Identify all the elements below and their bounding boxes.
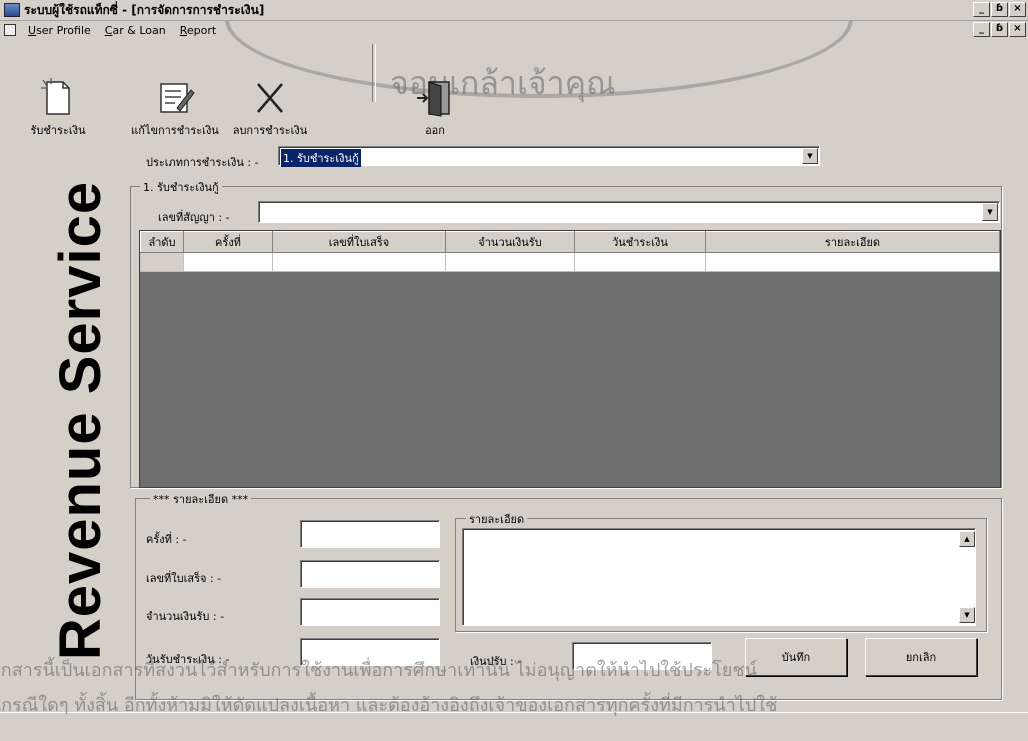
column-header-details[interactable]: รายละเอียด	[705, 231, 1000, 253]
app-icon	[4, 3, 20, 17]
window-title: ระบบผู้ใช้รถแท็กซี่ - [การจัดการการชำระเ…	[24, 2, 265, 17]
note-group-title: รายละเอียด	[466, 510, 528, 528]
table-cell[interactable]	[445, 252, 575, 272]
payment-type-label: ประเภทการชำระเงิน : -	[146, 156, 259, 169]
table-cell[interactable]	[574, 252, 706, 272]
banner-text: Revenue Service	[48, 180, 114, 660]
menu-bar: User Profile Car & Loan Report	[0, 21, 1028, 39]
delete-payment-label: ลบการชำระเงิน	[232, 124, 308, 137]
delete-payment-button[interactable]: ลบการชำระเงิน	[230, 78, 310, 139]
receipt-number-label: เลขที่ใบเสร็จ : -	[146, 572, 222, 585]
edit-payment-label: แก้ไขการชำระเงิน	[131, 124, 219, 137]
scroll-up-icon[interactable]: ▲	[959, 531, 975, 547]
installment-field[interactable]	[300, 520, 440, 548]
watermark-line-2: ในกรณีใดๆ ทั้งสิ้น อีกทั้งห้ามมิให้ดัดแป…	[0, 695, 778, 716]
receive-payment-button[interactable]: รับชำระเงิน	[28, 78, 88, 139]
table-cell[interactable]	[140, 252, 184, 272]
scroll-down-icon[interactable]: ▼	[959, 607, 975, 623]
save-button[interactable]: บันทึก	[745, 638, 847, 676]
menu-report[interactable]: Report	[178, 24, 218, 37]
exit-label: ออก	[425, 124, 445, 137]
title-bar: ระบบผู้ใช้รถแท็กซี่ - [การจัดการการชำระเ…	[0, 0, 1028, 21]
document-icon[interactable]	[4, 24, 16, 36]
minimize-button[interactable]: _	[973, 2, 990, 17]
receive-payment-label: รับชำระเงิน	[30, 124, 86, 137]
table-cell[interactable]	[272, 252, 446, 272]
payments-grid[interactable]: ลำดับ ครั้งที่ เลขที่ใบเสร็จ จำนวนเงินรั…	[139, 230, 1001, 488]
edit-document-icon	[160, 83, 195, 113]
note-textarea[interactable]: ▲ ▼	[462, 528, 976, 626]
child-minimize-button[interactable]: _	[973, 22, 990, 37]
contract-number-select[interactable]: ▼	[258, 201, 1000, 223]
table-cell[interactable]	[705, 252, 1000, 272]
receipt-number-field[interactable]	[300, 560, 440, 588]
menu-user-profile[interactable]: User Profile	[26, 24, 93, 37]
cancel-button[interactable]: ยกเลิก	[865, 638, 977, 676]
column-header-payment-date[interactable]: วันชำระเงิน	[574, 231, 706, 253]
close-button[interactable]: ×	[1009, 2, 1026, 17]
column-header-sequence[interactable]: ลำดับ	[140, 231, 184, 253]
installment-label: ครั้งที่ : -	[146, 533, 187, 546]
table-cell[interactable]	[183, 252, 273, 272]
child-maximize-button[interactable]: ɓ	[991, 22, 1008, 37]
edit-payment-button[interactable]: แก้ไขการชำระเงิน	[130, 78, 220, 139]
chevron-down-icon[interactable]: ▼	[802, 148, 818, 164]
chevron-down-icon[interactable]: ▼	[982, 203, 998, 221]
menu-car-loan[interactable]: Car & Loan	[103, 24, 168, 37]
payment-type-select[interactable]: 1. รับชำระเงินกู้ ▼	[278, 146, 820, 167]
contract-label: เลขที่สัญญา : -	[158, 211, 230, 224]
maximize-button[interactable]: ɓ	[991, 2, 1008, 17]
column-header-installment[interactable]: ครั้งที่	[183, 231, 273, 253]
exit-door-icon	[417, 81, 450, 117]
watermark-line-1: อกสารนี้เป็นเอกสารที่สงวนไว้สำหรับการใช้…	[0, 660, 757, 681]
scissors-icon	[257, 83, 283, 113]
revenue-service-banner: Revenue Service	[26, 140, 136, 700]
toolbar-separator	[372, 44, 376, 102]
payment-type-value: 1. รับชำระเงินกู้	[281, 149, 361, 167]
child-close-button[interactable]: ×	[1009, 22, 1026, 37]
amount-label: จำนวนเงินรับ : -	[146, 610, 225, 623]
column-header-receipt-number[interactable]: เลขที่ใบเสร็จ	[272, 231, 446, 253]
loan-payment-group-title: 1. รับชำระเงินกู้	[140, 178, 222, 196]
column-header-amount[interactable]: จำนวนเงินรับ	[445, 231, 575, 253]
exit-button[interactable]: ออก	[405, 78, 465, 139]
details-group-title: *** รายละเอียด ***	[150, 490, 252, 508]
note-scrollbar[interactable]: ▲ ▼	[959, 531, 975, 623]
amount-field[interactable]	[300, 598, 440, 626]
new-document-icon	[41, 78, 70, 115]
table-row[interactable]	[140, 252, 1000, 272]
